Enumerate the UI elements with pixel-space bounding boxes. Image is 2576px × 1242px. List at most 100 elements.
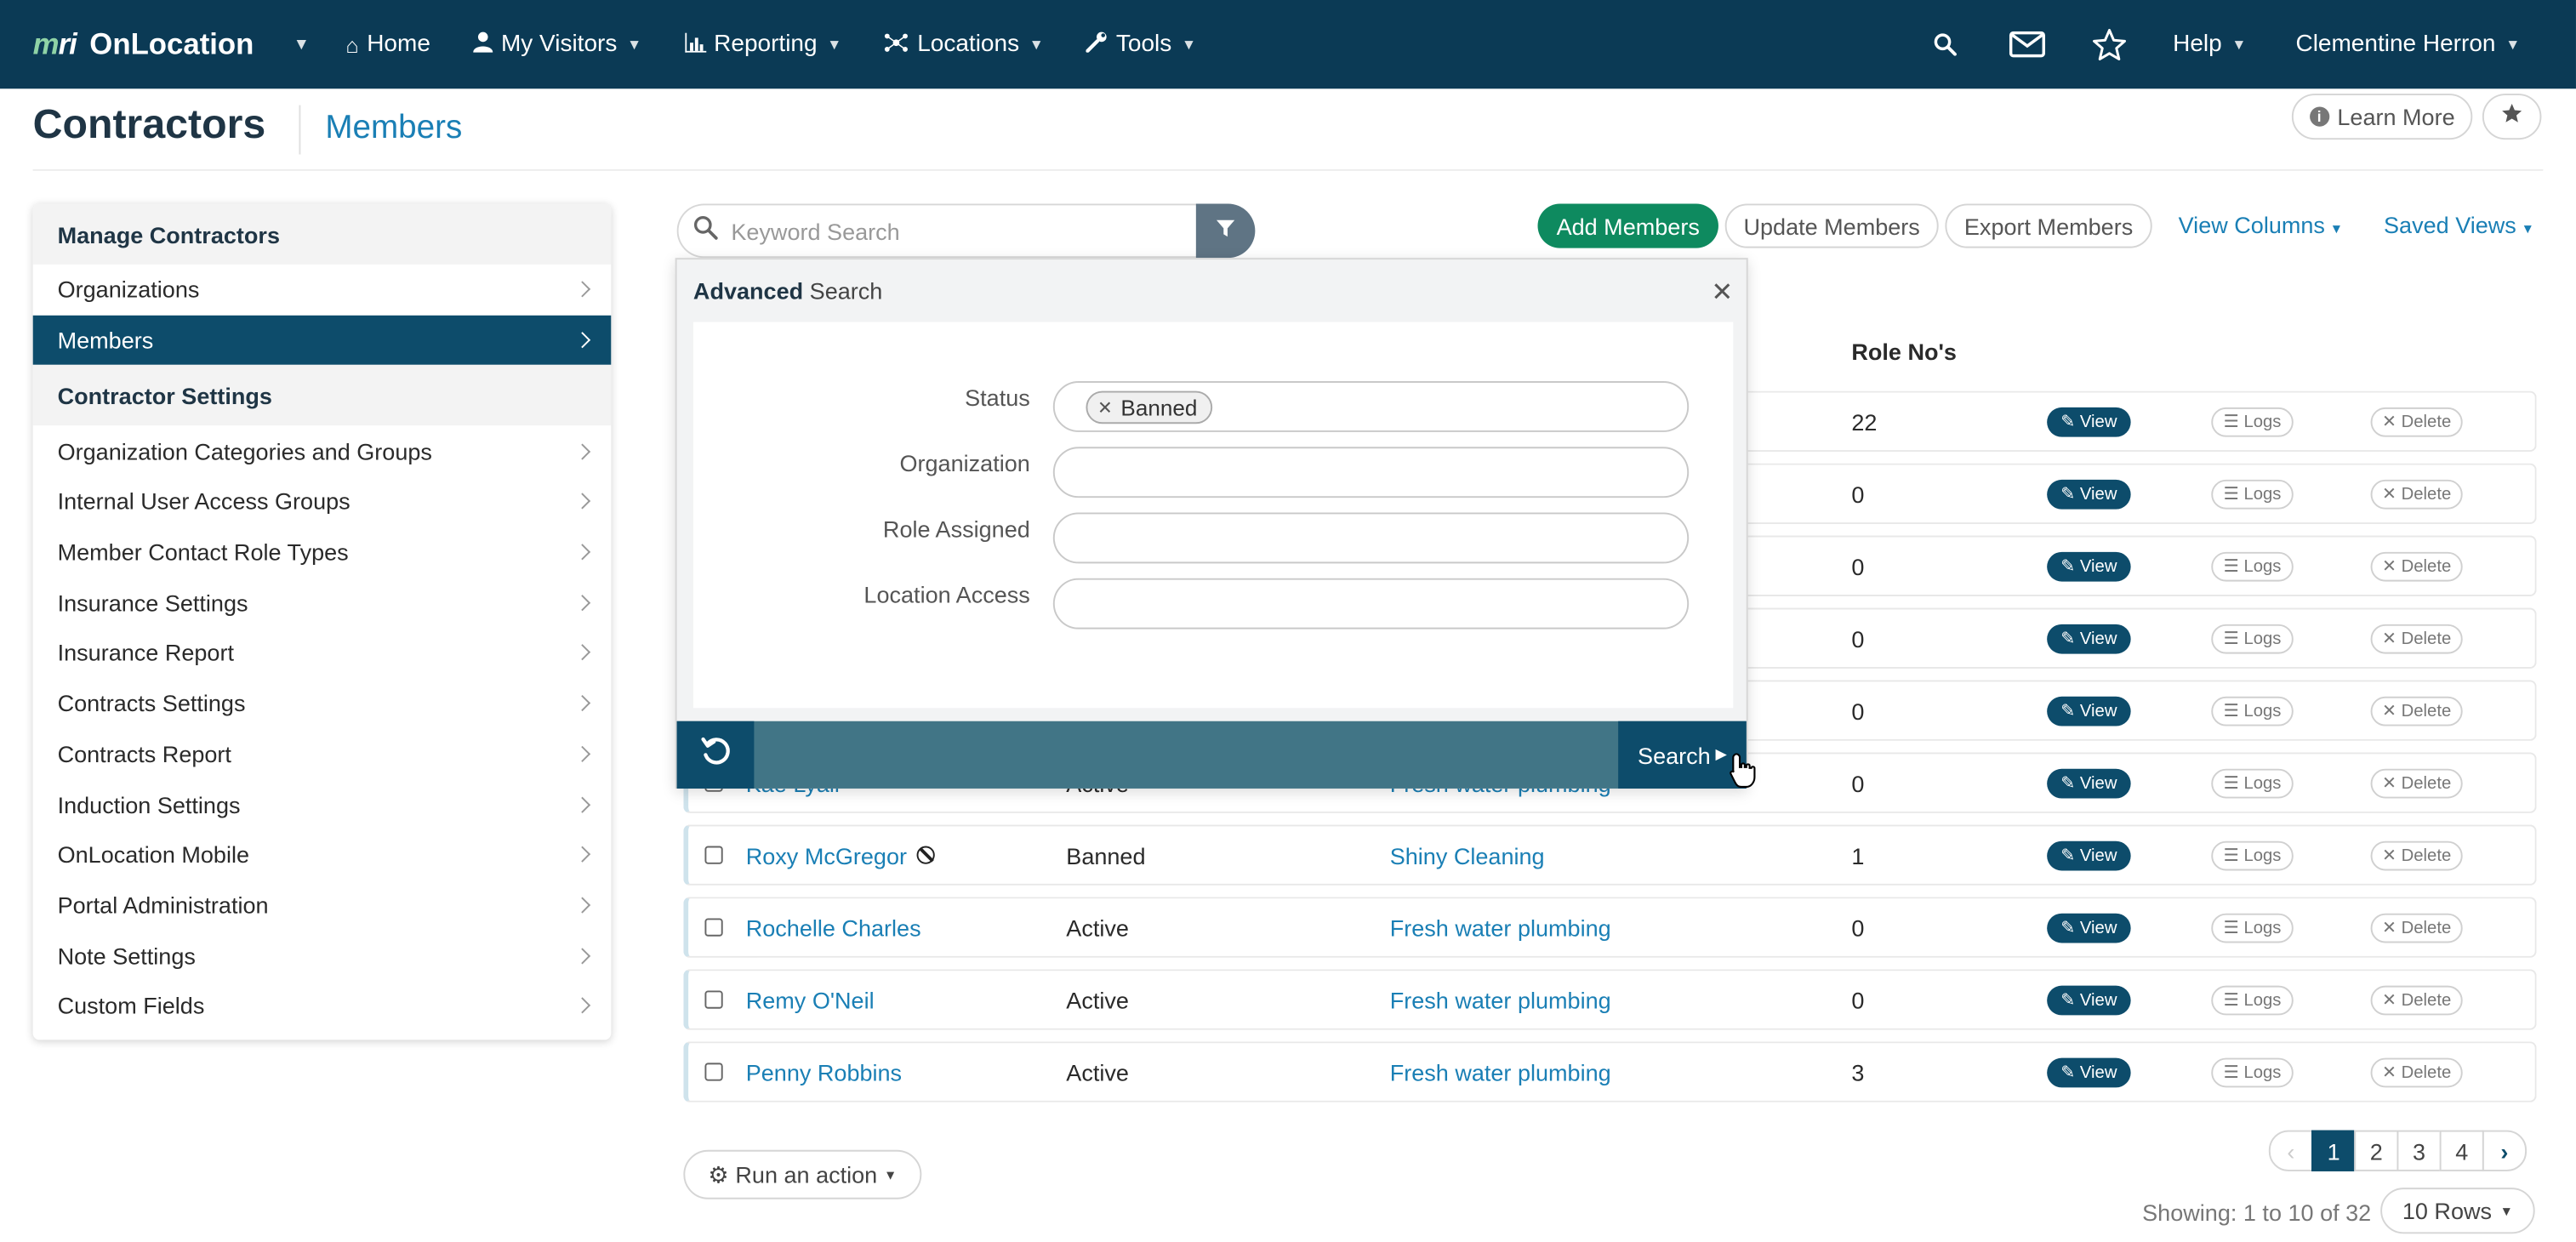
export-members-button[interactable]: Export Members [1945,203,2152,248]
sidebar-item-member-contact-roles[interactable]: Member Contact Role Types [33,527,612,577]
logs-button[interactable]: ☰ Logs [2211,840,2294,871]
sidebar-item-internal-user-access[interactable]: Internal User Access Groups [33,476,612,527]
sidebar-item-custom-fields[interactable]: Custom Fields [33,981,612,1031]
sidebar-item-insurance-report[interactable]: Insurance Report [33,628,612,678]
member-name-link[interactable]: Roxy McGregor [746,826,935,884]
sidebar-item-note-settings[interactable]: Note Settings [33,930,612,980]
sidebar-item-organizations[interactable]: Organizations [33,265,612,315]
member-name-link[interactable]: Remy O'Neil [746,971,875,1028]
user-menu[interactable]: Clementine Herron ▼ [2295,31,2520,58]
logs-button[interactable]: ☰ Logs [2211,624,2294,654]
sidebar-item-members[interactable]: Members [32,315,612,366]
logs-button[interactable]: ☰ Logs [2211,1057,2294,1088]
sidebar-item-onlocation-mobile[interactable]: OnLocation Mobile [33,829,612,880]
role-count: 3 [1851,1058,1865,1085]
view-button[interactable]: ✎ View [2047,479,2131,510]
nav-my-visitors[interactable]: My Visitors ▼ [473,31,641,58]
pointer-cursor-icon [1729,752,1758,796]
view-button[interactable]: ✎ View [2047,624,2131,654]
logs-button[interactable]: ☰ Logs [2211,913,2294,943]
learn-more-button[interactable]: i Learn More [2291,94,2473,140]
logs-button[interactable]: ☰ Logs [2211,407,2294,437]
organization-link[interactable]: Shiny Cleaning [1390,826,1545,884]
delete-button[interactable]: ✕ Delete [2370,985,2463,1016]
keyword-search-input[interactable] [731,217,1159,244]
delete-button[interactable]: ✕ Delete [2370,551,2463,582]
view-button[interactable]: ✎ View [2047,1057,2131,1088]
brand-name: OnLocation [89,26,254,60]
run-action-dropdown[interactable]: ⚙ Run an action ▼ [683,1149,922,1199]
nav-tools[interactable]: Tools ▼ [1086,31,1196,58]
delete-button[interactable]: ✕ Delete [2370,840,2463,871]
remove-tag-icon[interactable]: ✕ [1097,396,1113,418]
view-button[interactable]: ✎ View [2047,913,2131,943]
add-members-button[interactable]: Add Members [1537,203,1718,248]
close-icon[interactable]: ✕ [1711,276,1733,309]
mail-icon[interactable] [2009,26,2045,62]
sidebar-item-insurance-settings[interactable]: Insurance Settings [33,578,612,628]
previous-page-button[interactable]: ‹ [2268,1130,2313,1171]
view-button[interactable]: ✎ View [2047,768,2131,799]
delete-button[interactable]: ✕ Delete [2370,913,2463,943]
status-field[interactable]: ✕ Banned [1052,381,1690,432]
delete-button[interactable]: ✕ Delete [2370,624,2463,654]
update-members-button[interactable]: Update Members [1724,203,1939,248]
nav-home[interactable]: ⌂ Home [345,31,430,58]
view-columns-dropdown[interactable]: View Columns ▼ [2179,212,2343,238]
favorite-button[interactable] [2482,94,2542,140]
logs-button[interactable]: ☰ Logs [2211,768,2294,799]
column-header-roles[interactable]: Role No's [1851,339,1957,365]
row-checkbox[interactable] [704,1063,723,1081]
view-button[interactable]: ✎ View [2047,696,2131,726]
member-name-link[interactable]: Penny Robbins [746,1043,902,1101]
sidebar-item-contracts-report[interactable]: Contracts Report [33,728,612,778]
view-button[interactable]: ✎ View [2047,407,2131,437]
organization-field[interactable] [1052,447,1690,499]
view-button[interactable]: ✎ View [2047,551,2131,582]
delete-button[interactable]: ✕ Delete [2370,1057,2463,1088]
row-checkbox[interactable] [704,918,723,937]
top-navbar: mri OnLocation ▼ ⌂ Home My Visitors ▼ Re… [0,0,2576,89]
nav-help[interactable]: Help ▼ [2173,31,2246,58]
row-checkbox[interactable] [704,990,723,1009]
delete-button[interactable]: ✕ Delete [2370,768,2463,799]
sidebar-item-induction-settings[interactable]: Induction Settings [33,779,612,829]
star-icon[interactable] [2091,26,2127,62]
rows-per-page-select[interactable]: 10 Rows ▼ [2380,1188,2535,1234]
logs-button[interactable]: ☰ Logs [2211,985,2294,1016]
title-divider [299,105,301,155]
logs-button[interactable]: ☰ Logs [2211,479,2294,510]
view-button[interactable]: ✎ View [2047,985,2131,1016]
delete-button[interactable]: ✕ Delete [2370,479,2463,510]
view-button[interactable]: ✎ View [2047,840,2131,871]
member-name-link[interactable]: Rochelle Charles [746,898,921,956]
filter-button[interactable] [1195,203,1256,259]
organization-link[interactable]: Fresh water plumbing [1390,971,1611,1028]
logs-button[interactable]: ☰ Logs [2211,696,2294,726]
logs-button[interactable]: ☰ Logs [2211,551,2294,582]
page-button[interactable]: 2 [2354,1130,2399,1171]
list-icon: ☰ [2223,556,2244,577]
location-access-field[interactable] [1052,578,1690,630]
page-button[interactable]: 1 [2311,1130,2357,1171]
saved-views-dropdown[interactable]: Saved Views ▼ [2384,212,2534,238]
delete-button[interactable]: ✕ Delete [2370,696,2463,726]
sidebar-item-organization-categories[interactable]: Organization Categories and Groups [33,426,612,476]
sidebar-item-contracts-settings[interactable]: Contracts Settings [33,678,612,728]
search-button[interactable]: Search ▶ [1618,721,1747,789]
sidebar-item-portal-administration[interactable]: Portal Administration [33,880,612,930]
page-button[interactable]: 3 [2396,1130,2442,1171]
chevron-down-icon[interactable]: ▼ [294,36,310,54]
row-checkbox[interactable] [704,846,723,864]
reset-button[interactable] [676,721,755,789]
nav-reporting[interactable]: Reporting ▼ [684,31,841,58]
nav-locations[interactable]: Locations ▼ [885,31,1044,58]
delete-button[interactable]: ✕ Delete [2370,407,2463,437]
page-button[interactable]: 4 [2439,1130,2484,1171]
organization-link[interactable]: Fresh water plumbing [1390,1043,1611,1101]
next-page-button[interactable]: › [2482,1130,2528,1171]
role-assigned-field[interactable] [1052,512,1690,564]
search-icon[interactable] [1926,26,1962,62]
organization-link[interactable]: Fresh water plumbing [1390,898,1611,956]
brand[interactable]: mri OnLocation ▼ [33,27,310,62]
